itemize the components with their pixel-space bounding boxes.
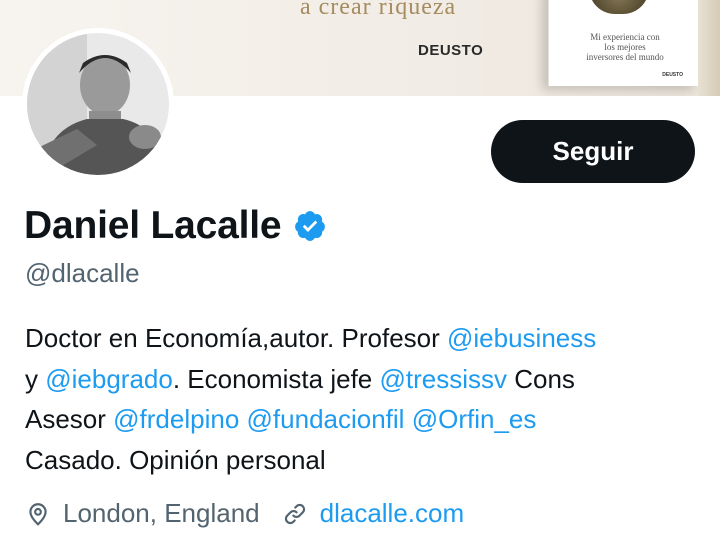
bio-text: Cons — [507, 363, 575, 394]
bio-line: Asesor @frdelpino @fundacionfil @Orfin_e… — [25, 399, 705, 440]
bio-line: y @iebgrado. Economista jefe @tressissv … — [25, 359, 705, 400]
follow-button[interactable]: Seguir — [491, 120, 695, 183]
avatar[interactable] — [22, 28, 174, 180]
bio-text: Asesor — [25, 404, 114, 434]
mention-link[interactable]: @iebusiness — [447, 323, 596, 353]
bio-text: Doctor en Economía,autor. Profesor — [25, 323, 447, 353]
bio-line: Casado. Opinión personal — [25, 444, 326, 475]
mention-link[interactable]: @iebgrado — [45, 364, 173, 394]
banner-book-cover: Mi experiencia con los mejores inversore… — [548, 0, 699, 86]
book-brand: DEUSTO — [662, 72, 683, 78]
profile-meta: London, England dlacalle.com — [25, 498, 464, 529]
profile-name-row: Daniel Lacalle — [24, 204, 327, 248]
profile-handle: @dlacalle — [25, 258, 140, 288]
display-name: Daniel Lacalle — [24, 204, 282, 247]
website-link[interactable]: dlacalle.com — [320, 498, 465, 529]
mention-link[interactable]: @tressissv — [379, 364, 507, 394]
book-cover-text: Mi experiencia con los mejores inversore… — [586, 32, 664, 62]
profile-bio: Doctor en Economía,autor. Profesor @iebu… — [25, 318, 705, 480]
location-pin-icon — [25, 501, 51, 527]
bio-text: y — [25, 363, 46, 394]
banner-tagline: a crear riqueza — [300, 0, 457, 20]
bio-line: Doctor en Economía,autor. Profesor @iebu… — [25, 318, 705, 359]
banner-publisher: DEUSTO — [418, 42, 484, 59]
mention-link[interactable]: @Orfin_es — [412, 404, 537, 434]
bio-text: . Economista jefe — [172, 363, 380, 394]
location-text: London, England — [63, 498, 260, 528]
mention-link[interactable]: @fundacionfil — [247, 404, 405, 434]
verified-badge-icon[interactable] — [293, 209, 327, 243]
mention-link[interactable]: @frdelpino — [113, 404, 239, 434]
link-icon — [282, 501, 308, 527]
book-nest-image — [589, 0, 649, 14]
banner-decoration — [698, 0, 720, 96]
